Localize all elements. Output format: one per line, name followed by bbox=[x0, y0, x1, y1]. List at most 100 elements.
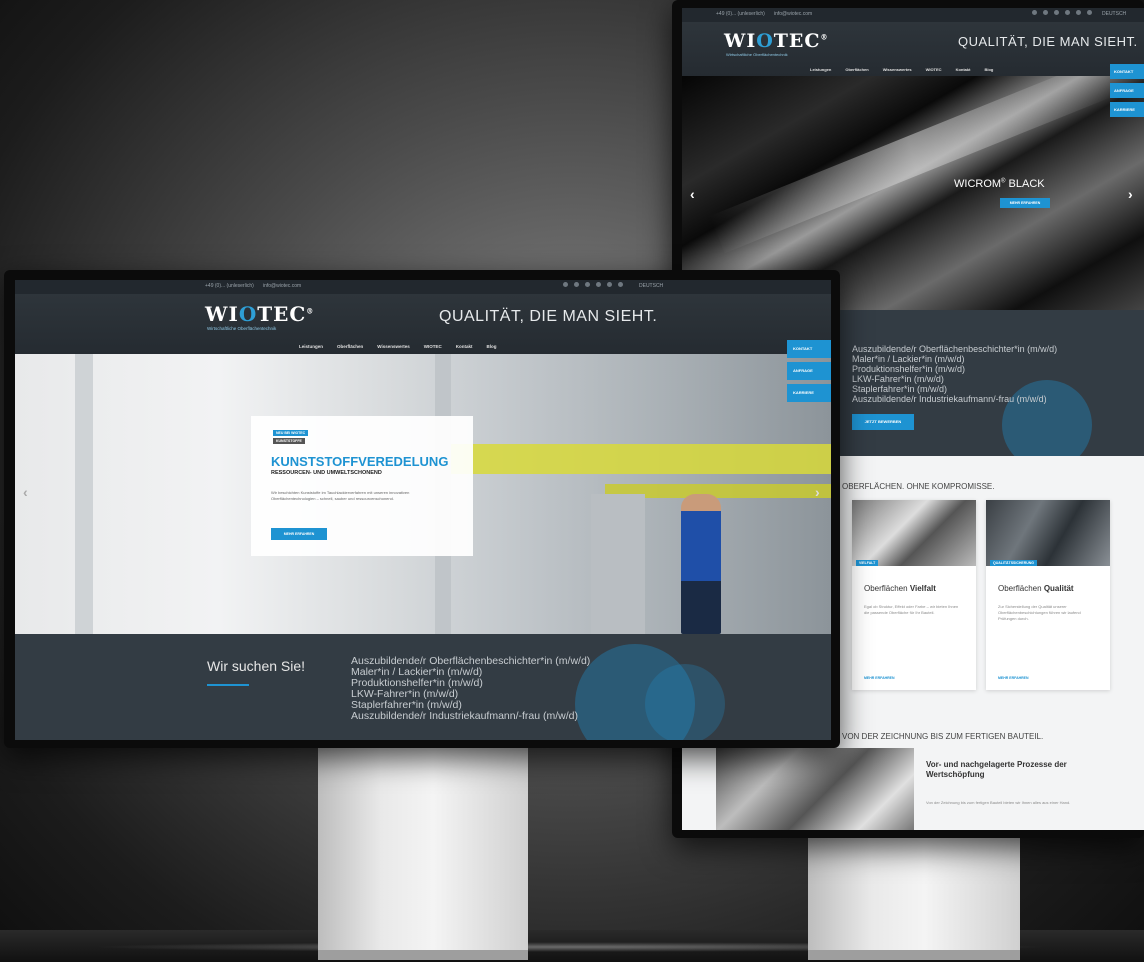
nav-wiotec[interactable]: WIOTEC bbox=[926, 67, 942, 72]
front-monitor-stand bbox=[318, 740, 528, 960]
back-job-list: Auszubildende/r Oberflächenbeschichter*i… bbox=[852, 344, 1057, 404]
front-monitor: +49 (0)... (unleserlich) info@wiotec.com… bbox=[4, 270, 840, 748]
social-icons bbox=[563, 282, 623, 287]
decor-blob bbox=[645, 664, 725, 740]
feature-card-qualitaet[interactable]: QUALITÄTSSICHERUNG Oberflächen Qualität … bbox=[986, 500, 1110, 690]
topbar-phone[interactable]: +49 (0)... (unleserlich) bbox=[716, 11, 765, 17]
job-item[interactable]: Staplerfahrer*in (m/w/d) bbox=[852, 384, 1057, 394]
facebook-icon[interactable] bbox=[1032, 10, 1037, 15]
nav-blog[interactable]: Blog bbox=[984, 67, 993, 72]
front-hero-card: NEU BEI WIOTEC KUNSTSTOFFE KUNSTSTOFFVER… bbox=[251, 416, 473, 556]
logo-tagline: Wirtschaftliche Oberflächentechnik bbox=[207, 326, 277, 331]
logo[interactable]: WIOTEC® bbox=[724, 30, 829, 52]
back-hero-title: WICROM® BLACK bbox=[954, 178, 1045, 190]
nav-blog[interactable]: Blog bbox=[487, 344, 497, 349]
feature-card-image bbox=[852, 500, 976, 566]
nav-oberflaechen[interactable]: Oberflächen bbox=[845, 67, 868, 72]
twitter-icon[interactable] bbox=[585, 282, 590, 287]
pinterest-icon[interactable] bbox=[1076, 10, 1081, 15]
feature-card-text: Zur Sicherstellung der Qualität unserer … bbox=[998, 604, 1081, 621]
social-icons bbox=[1032, 10, 1092, 15]
side-button-kontakt[interactable]: KONTAKT bbox=[1110, 64, 1144, 79]
nav-kontakt[interactable]: Kontakt bbox=[456, 344, 473, 349]
topbar-phone[interactable]: +49 (0)... (unleserlich) bbox=[205, 283, 254, 289]
mail-icon[interactable] bbox=[618, 282, 623, 287]
feature-card-title: Oberflächen Vielfalt bbox=[864, 584, 936, 593]
process-image bbox=[716, 748, 914, 830]
youtube-icon[interactable] bbox=[1065, 10, 1070, 15]
nav-leistungen[interactable]: Leistungen bbox=[299, 344, 323, 349]
feature-card-tag: VIELFALT bbox=[856, 560, 879, 566]
twitter-icon[interactable] bbox=[1054, 10, 1059, 15]
job-item[interactable]: LKW-Fahrer*in (m/w/d) bbox=[852, 374, 1057, 384]
hero-subtitle: RESSOURCEN- UND UMWELTSCHONEND bbox=[271, 470, 382, 476]
nav-oberflaechen[interactable]: Oberflächen bbox=[337, 344, 363, 349]
hero-title: KUNSTSTOFFVEREDELUNG bbox=[271, 454, 449, 469]
logo[interactable]: WIOTEC® bbox=[205, 302, 314, 326]
side-button-kontakt[interactable]: KONTAKT bbox=[787, 340, 831, 358]
side-button-anfrage[interactable]: ANFRAGE bbox=[787, 362, 831, 380]
feature-card-image bbox=[986, 500, 1110, 566]
front-nav: Leistungen Oberflächen Wissenswertes WIO… bbox=[299, 344, 497, 349]
nav-wissenswertes[interactable]: Wissenswertes bbox=[377, 344, 409, 349]
feature-card-tag: QUALITÄTSSICHERUNG bbox=[990, 560, 1038, 566]
front-job-list: Auszubildende/r Oberflächenbeschichter*i… bbox=[351, 656, 590, 722]
slider-prev-icon[interactable]: ‹ bbox=[690, 186, 695, 202]
feature-card-vielfalt[interactable]: VIELFALT Oberflächen Vielfalt Egal ob St… bbox=[852, 500, 976, 690]
front-topbar: +49 (0)... (unleserlich) info@wiotec.com… bbox=[15, 280, 831, 294]
topbar-language[interactable]: DEUTSCH bbox=[1102, 11, 1126, 17]
topbar-language[interactable]: DEUTSCH bbox=[639, 283, 663, 289]
process-text: Von der Zeichnung bis zum fertigen Baute… bbox=[926, 800, 1071, 805]
topbar-email[interactable]: info@wiotec.com bbox=[263, 283, 301, 289]
hero-reflection bbox=[709, 76, 1115, 254]
topbar-email[interactable]: info@wiotec.com bbox=[774, 11, 812, 17]
nav-wiotec[interactable]: WIOTEC bbox=[424, 344, 442, 349]
feature-card-link[interactable]: MEHR ERFAHREN bbox=[998, 676, 1029, 680]
job-item[interactable]: Auszubildende/r Oberflächenbeschichter*i… bbox=[852, 344, 1057, 354]
front-side-buttons: KONTAKT ANFRAGE KARRIERE bbox=[787, 340, 831, 402]
hero-badge-new: NEU BEI WIOTEC bbox=[273, 430, 309, 436]
section-title-prozesse: VON DER ZEICHNUNG BIS ZUM FERTIGEN BAUTE… bbox=[842, 732, 1044, 741]
job-item[interactable]: Maler*in / Lackier*in (m/w/d) bbox=[852, 354, 1057, 364]
nav-leistungen[interactable]: Leistungen bbox=[810, 67, 831, 72]
feature-card-link[interactable]: MEHR ERFAHREN bbox=[864, 676, 895, 680]
back-topbar: +49 (0)... (unleserlich) info@wiotec.com… bbox=[682, 8, 1144, 22]
hero-rack bbox=[75, 354, 93, 634]
back-nav: Leistungen Oberflächen Wissenswertes WIO… bbox=[810, 67, 993, 72]
side-button-anfrage[interactable]: ANFRAGE bbox=[1110, 83, 1144, 98]
hero-machinery bbox=[435, 444, 831, 474]
hero-text: Wir beschichten Kunststoffe im Tauchlack… bbox=[271, 490, 410, 501]
feature-card-text: Egal ob Struktur, Effekt oder Farbe – wi… bbox=[864, 604, 959, 615]
side-button-karriere[interactable]: KARRIERE bbox=[1110, 102, 1144, 117]
hero-badge-category: KUNSTSTOFFE bbox=[273, 438, 305, 444]
job-item[interactable]: Auszubildende/r Industriekaufmann/-frau … bbox=[351, 711, 590, 722]
back-monitor-stand bbox=[808, 820, 1020, 960]
hero-worker bbox=[681, 494, 721, 634]
back-hero-button[interactable]: MEHR ERFAHREN bbox=[1000, 198, 1050, 208]
pinterest-icon[interactable] bbox=[607, 282, 612, 287]
job-item[interactable]: Auszubildende/r Industriekaufmann/-frau … bbox=[852, 394, 1057, 404]
mail-icon[interactable] bbox=[1087, 10, 1092, 15]
hero-rack bbox=[591, 494, 645, 634]
hero-button[interactable]: MEHR ERFAHREN bbox=[271, 528, 327, 540]
slider-next-icon[interactable]: › bbox=[1128, 186, 1133, 202]
job-item[interactable]: Produktionshelfer*in (m/w/d) bbox=[852, 364, 1057, 374]
back-header: WIOTEC® Wirtschaftliche Oberflächentechn… bbox=[682, 22, 1144, 76]
feature-card-title: Oberflächen Qualität bbox=[998, 584, 1074, 593]
slider-prev-icon[interactable]: ‹ bbox=[23, 484, 28, 500]
nav-wissenswertes[interactable]: Wissenswertes bbox=[883, 67, 912, 72]
nav-kontakt[interactable]: Kontakt bbox=[956, 67, 971, 72]
xing-icon[interactable] bbox=[574, 282, 579, 287]
youtube-icon[interactable] bbox=[596, 282, 601, 287]
slider-next-icon[interactable]: › bbox=[815, 484, 820, 500]
back-side-buttons: KONTAKT ANFRAGE KARRIERE bbox=[1110, 64, 1144, 117]
jobs-title: Wir suchen Sie! bbox=[207, 658, 306, 674]
claim: QUALITÄT, DIE MAN SIEHT. bbox=[439, 308, 658, 325]
apply-button[interactable]: JETZT BEWERBEN bbox=[852, 414, 914, 430]
side-button-karriere[interactable]: KARRIERE bbox=[787, 384, 831, 402]
facebook-icon[interactable] bbox=[563, 282, 568, 287]
section-title-oberflaechen: OBERFLÄCHEN. OHNE KOMPROMISSE. bbox=[842, 482, 995, 491]
front-screen: +49 (0)... (unleserlich) info@wiotec.com… bbox=[15, 280, 831, 740]
xing-icon[interactable] bbox=[1043, 10, 1048, 15]
logo-tagline: Wirtschaftliche Oberflächentechnik bbox=[726, 52, 788, 57]
